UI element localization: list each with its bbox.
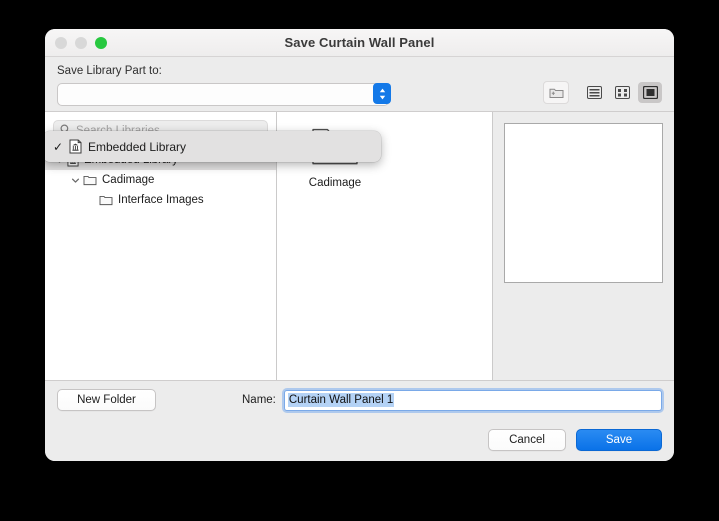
chevron-updown-icon[interactable] <box>373 83 391 104</box>
icon-view-glyph <box>614 86 630 99</box>
view-mode-segmented-control <box>582 82 662 103</box>
new-folder-glyph <box>549 88 563 98</box>
new-folder-icon[interactable] <box>543 81 569 104</box>
folder-icon <box>83 174 97 186</box>
list-view-icon[interactable] <box>582 82 606 103</box>
destination-popup-button[interactable] <box>57 83 389 106</box>
view-tools <box>543 81 662 104</box>
folder-glyph <box>99 195 113 206</box>
window-title: Save Curtain Wall Panel <box>284 35 435 50</box>
cancel-button[interactable]: Cancel <box>488 429 566 451</box>
footer: New Folder Name: Curtain Wall Panel 1 Ca… <box>45 381 674 461</box>
new-folder-button[interactable]: New Folder <box>57 389 156 411</box>
file-item-label: Cadimage <box>308 177 362 189</box>
library-document-glyph <box>69 139 82 154</box>
destination-popup-menu: ✓ Embedded Library <box>45 131 381 162</box>
chevron-down-glyph <box>71 178 79 183</box>
window-controls <box>55 37 107 49</box>
name-label: Name: <box>242 394 276 406</box>
folder-icon <box>99 194 113 206</box>
folder-glyph <box>83 175 97 186</box>
screen: Save Curtain Wall Panel Save Library Par… <box>0 0 719 521</box>
preview-column <box>493 112 674 380</box>
column-view-icon[interactable] <box>638 82 662 103</box>
save-button[interactable]: Save <box>576 429 662 451</box>
chevron-down-icon[interactable] <box>67 176 83 185</box>
library-document-icon <box>69 139 82 154</box>
sidebar-item-interface-images[interactable]: Interface Images <box>45 190 276 210</box>
list-view-glyph <box>586 86 602 99</box>
preview-thumbnail <box>504 123 663 283</box>
name-input[interactable]: Curtain Wall Panel 1 <box>283 389 662 411</box>
save-dialog-window: Save Curtain Wall Panel Save Library Par… <box>45 29 674 461</box>
sidebar-item-label: Cadimage <box>102 174 155 186</box>
close-button[interactable] <box>55 37 67 49</box>
toolbar: Save Library Part to: ✓ Embedded Library <box>45 57 674 162</box>
popup-menu-item-label: Embedded Library <box>88 139 187 154</box>
icon-view-icon[interactable] <box>610 82 634 103</box>
checkmark-icon: ✓ <box>53 139 64 154</box>
chevron-updown-glyph <box>379 88 385 99</box>
save-to-label: Save Library Part to: <box>57 65 162 77</box>
sidebar-item-cadimage[interactable]: Cadimage <box>45 170 276 190</box>
footer-name-row: New Folder Name: Curtain Wall Panel 1 <box>57 389 662 411</box>
column-view-glyph <box>642 86 658 99</box>
zoom-button[interactable] <box>95 37 107 49</box>
sidebar-item-label: Interface Images <box>118 194 204 206</box>
title-bar: Save Curtain Wall Panel <box>45 29 674 57</box>
name-input-value: Curtain Wall Panel 1 <box>287 393 395 407</box>
minimize-button[interactable] <box>75 37 87 49</box>
footer-actions: Cancel Save <box>57 429 662 461</box>
popup-menu-item-embedded-library[interactable]: ✓ Embedded Library <box>45 135 381 158</box>
